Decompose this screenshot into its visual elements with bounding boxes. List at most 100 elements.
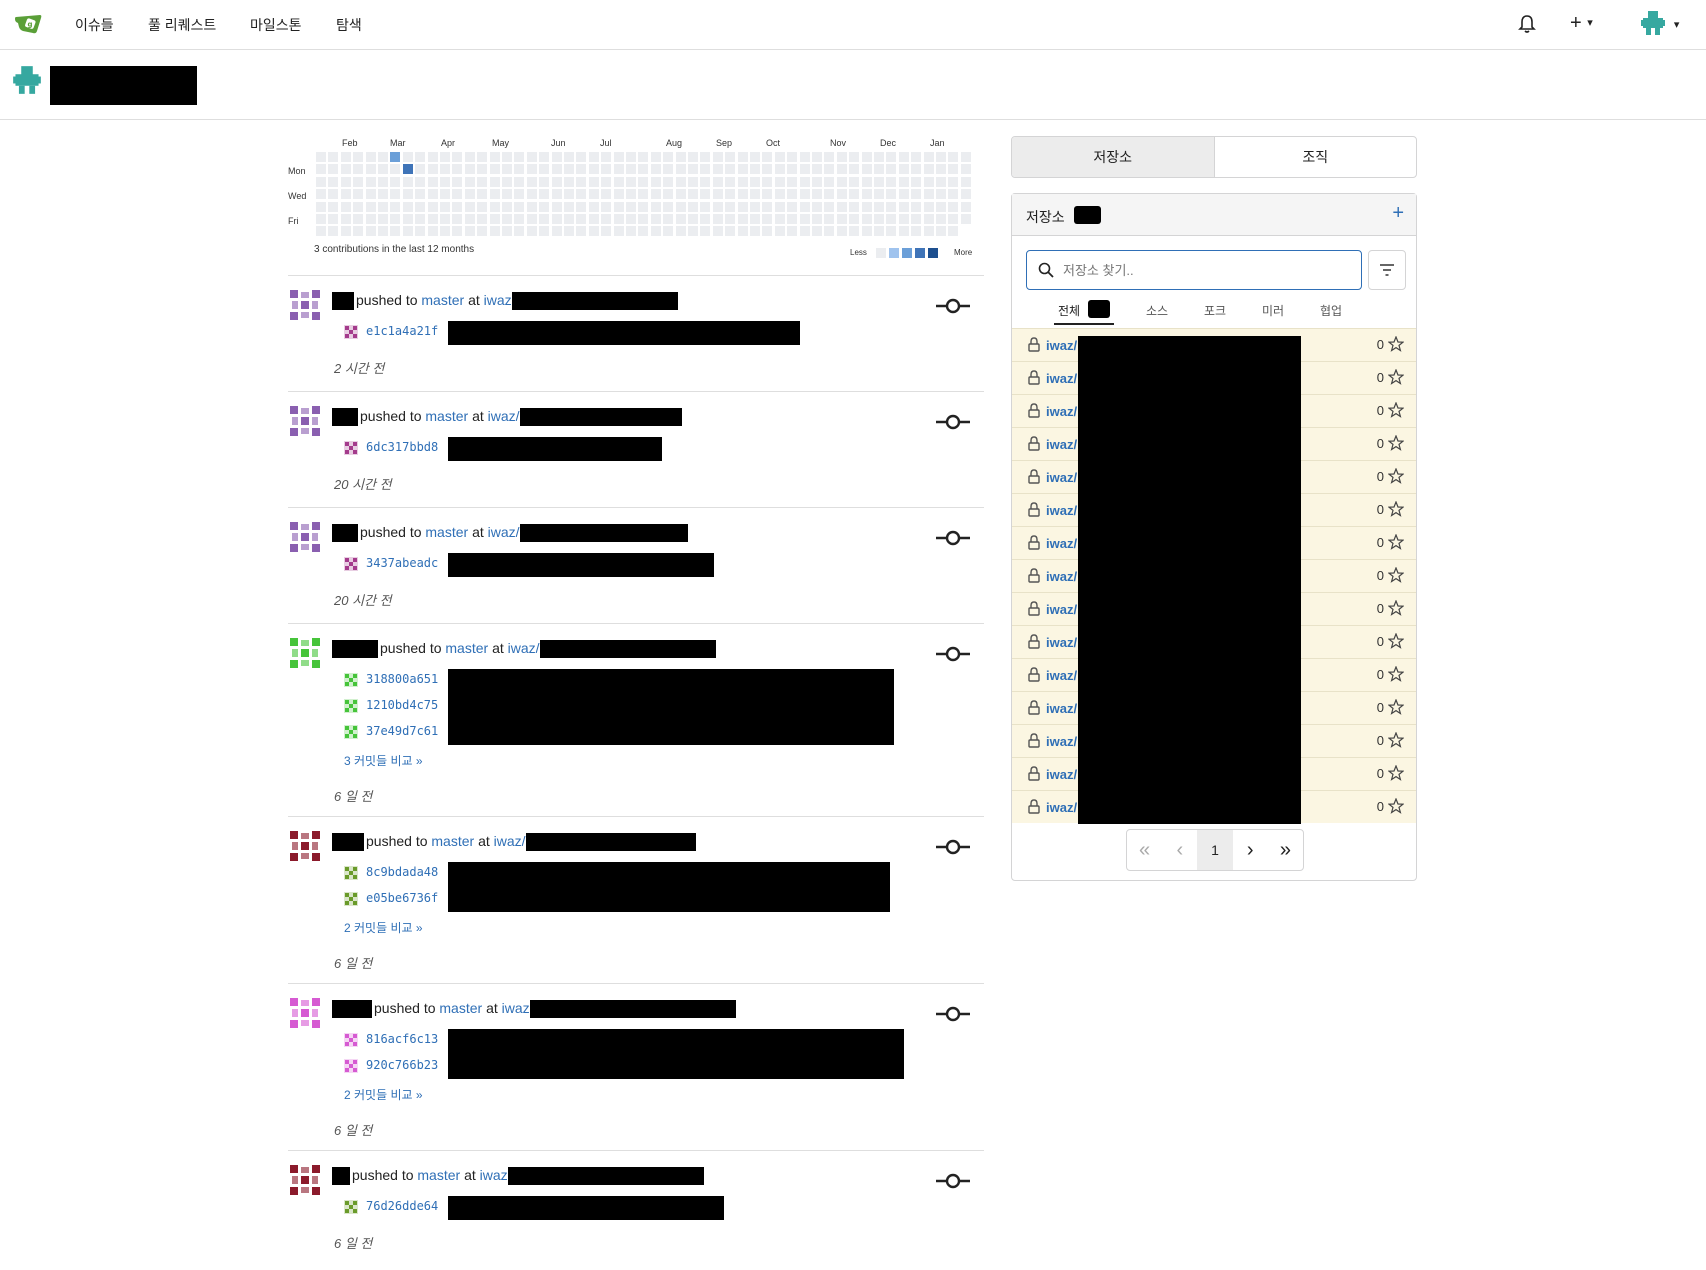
- branch-link[interactable]: master: [445, 640, 488, 656]
- tab-repositories[interactable]: 저장소: [1012, 137, 1215, 177]
- repo-link[interactable]: iwaz/: [488, 408, 520, 424]
- nav-explore[interactable]: 탐색: [336, 15, 362, 35]
- star-icon[interactable]: [1388, 699, 1404, 715]
- branch-link[interactable]: master: [421, 292, 464, 308]
- repository-owner-link[interactable]: iwaz/: [1046, 569, 1077, 584]
- star-icon[interactable]: [1388, 369, 1404, 385]
- star-icon[interactable]: [1388, 798, 1404, 814]
- branch-link[interactable]: master: [431, 833, 474, 849]
- star-icon[interactable]: [1388, 633, 1404, 649]
- repository-owner-link[interactable]: iwaz/: [1046, 668, 1077, 683]
- create-new-button[interactable]: + ▾: [1570, 12, 1593, 35]
- repo-name-redacted[interactable]: [539, 640, 716, 659]
- repository-owner-link[interactable]: iwaz/: [1046, 767, 1077, 782]
- subtab-sources[interactable]: 소스: [1146, 302, 1168, 319]
- repository-owner-link[interactable]: iwaz/: [1046, 470, 1077, 485]
- repository-owner-link[interactable]: iwaz/: [1046, 635, 1077, 650]
- repo-name-redacted[interactable]: [507, 1167, 704, 1186]
- bell-icon[interactable]: [1518, 14, 1536, 34]
- branch-link[interactable]: master: [425, 408, 468, 424]
- repo-link[interactable]: iwaz/: [508, 640, 540, 656]
- repository-owner-link[interactable]: iwaz/: [1046, 503, 1077, 518]
- actor-avatar[interactable]: [290, 638, 320, 668]
- subtab-all[interactable]: 전체: [1058, 302, 1080, 319]
- actor-name-redacted[interactable]: [332, 640, 378, 659]
- subtab-forks[interactable]: 포크: [1204, 302, 1226, 319]
- last-page-button[interactable]: »: [1268, 830, 1303, 870]
- repo-name-redacted[interactable]: [519, 408, 682, 427]
- subtab-collaborative[interactable]: 협업: [1320, 302, 1342, 319]
- nav-milestones[interactable]: 마일스톤: [250, 15, 302, 35]
- repository-owner-link[interactable]: iwaz/: [1046, 371, 1077, 386]
- add-repository-button[interactable]: +: [1392, 202, 1404, 225]
- commit-sha-link[interactable]: e1c1a4a21f: [366, 324, 438, 338]
- repo-link[interactable]: iwaz/: [488, 524, 520, 540]
- nav-pull-requests[interactable]: 풀 리퀘스트: [148, 15, 216, 35]
- actor-name-redacted[interactable]: [332, 292, 354, 311]
- actor-avatar[interactable]: [290, 522, 320, 552]
- star-icon[interactable]: [1388, 402, 1404, 418]
- star-icon[interactable]: [1388, 600, 1404, 616]
- repository-owner-link[interactable]: iwaz/: [1046, 602, 1077, 617]
- actor-name-redacted[interactable]: [332, 408, 358, 427]
- repository-search-field[interactable]: [1026, 250, 1362, 290]
- commit-sha-link[interactable]: 1210bd4c75: [366, 698, 438, 712]
- actor-avatar[interactable]: [290, 406, 320, 436]
- commit-sha-link[interactable]: 76d26dde64: [366, 1199, 438, 1213]
- repo-link[interactable]: iwaz/: [494, 833, 526, 849]
- branch-link[interactable]: master: [417, 1167, 460, 1183]
- actor-name-redacted[interactable]: [332, 833, 364, 852]
- tab-organizations[interactable]: 조직: [1215, 137, 1417, 177]
- star-icon[interactable]: [1388, 501, 1404, 517]
- repository-owner-link[interactable]: iwaz/: [1046, 404, 1077, 419]
- actor-name-redacted[interactable]: [332, 524, 358, 543]
- branch-link[interactable]: master: [439, 1000, 482, 1016]
- subtab-mirrors[interactable]: 미러: [1262, 302, 1284, 319]
- commit-sha-link[interactable]: 6dc317bbd8: [366, 440, 438, 454]
- next-page-button[interactable]: ›: [1233, 830, 1268, 870]
- repo-link[interactable]: iwaz: [502, 1000, 530, 1016]
- actor-avatar[interactable]: [290, 1165, 320, 1195]
- star-icon[interactable]: [1388, 534, 1404, 550]
- repo-link[interactable]: iwaz: [484, 292, 512, 308]
- star-icon[interactable]: [1388, 567, 1404, 583]
- repo-name-redacted[interactable]: [511, 292, 678, 311]
- first-page-button[interactable]: «: [1127, 830, 1162, 870]
- nav-issues[interactable]: 이슈들: [75, 15, 114, 35]
- compare-commits-link[interactable]: 3 커밋들 비교 »: [344, 752, 423, 769]
- actor-name-redacted[interactable]: [332, 1000, 372, 1019]
- repository-owner-link[interactable]: iwaz/: [1046, 800, 1077, 815]
- repository-owner-link[interactable]: iwaz/: [1046, 734, 1077, 749]
- user-menu-button[interactable]: ▾: [1640, 10, 1679, 39]
- star-icon[interactable]: [1388, 468, 1404, 484]
- repo-name-redacted[interactable]: [529, 1000, 736, 1019]
- star-icon[interactable]: [1388, 666, 1404, 682]
- commit-sha-link[interactable]: 318800a651: [366, 672, 438, 686]
- repo-link[interactable]: iwaz: [480, 1167, 508, 1183]
- actor-avatar[interactable]: [290, 998, 320, 1028]
- repo-name-redacted[interactable]: [519, 524, 688, 543]
- star-icon[interactable]: [1388, 732, 1404, 748]
- gitea-logo-icon[interactable]: g: [14, 12, 44, 36]
- commit-sha-link[interactable]: 8c9bdada48: [366, 865, 438, 879]
- repository-owner-link[interactable]: iwaz/: [1046, 437, 1077, 452]
- repository-owner-link[interactable]: iwaz/: [1046, 701, 1077, 716]
- commit-sha-link[interactable]: 37e49d7c61: [366, 724, 438, 738]
- page-number-1[interactable]: 1: [1197, 830, 1233, 870]
- star-icon[interactable]: [1388, 765, 1404, 781]
- commit-sha-link[interactable]: e05be6736f: [366, 891, 438, 905]
- repository-search-input[interactable]: [1061, 259, 1351, 281]
- commit-sha-link[interactable]: 3437abeadc: [366, 556, 438, 570]
- actor-avatar[interactable]: [290, 290, 320, 320]
- star-icon[interactable]: [1388, 336, 1404, 352]
- repository-owner-link[interactable]: iwaz/: [1046, 338, 1077, 353]
- repository-owner-link[interactable]: iwaz/: [1046, 536, 1077, 551]
- previous-page-button[interactable]: ‹: [1162, 830, 1197, 870]
- star-icon[interactable]: [1388, 435, 1404, 451]
- branch-link[interactable]: master: [425, 524, 468, 540]
- compare-commits-link[interactable]: 2 커밋들 비교 »: [344, 919, 423, 936]
- commit-sha-link[interactable]: 920c766b23: [366, 1058, 438, 1072]
- commit-sha-link[interactable]: 816acf6c13: [366, 1032, 438, 1046]
- repo-name-redacted[interactable]: [525, 833, 696, 852]
- repository-filter-button[interactable]: [1368, 250, 1406, 290]
